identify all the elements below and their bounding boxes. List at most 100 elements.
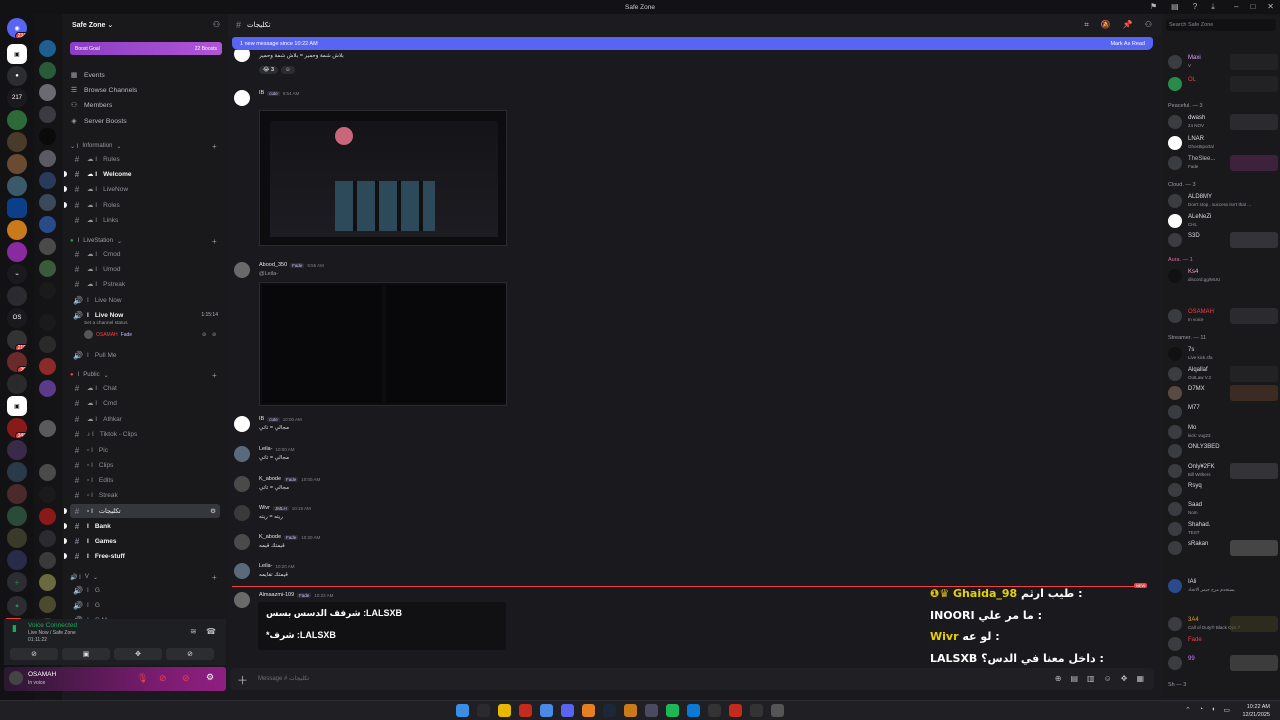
server-icon[interactable]	[7, 462, 27, 482]
app-icon[interactable]	[708, 704, 721, 717]
server-icon[interactable]	[39, 464, 56, 481]
server-icon[interactable]	[7, 440, 27, 460]
mention[interactable]: @Leila-	[259, 271, 278, 277]
member-item[interactable]: dwash 24 NOV	[1168, 114, 1278, 130]
category-livestation[interactable]: ● I LiveStation ⌄ +	[70, 235, 217, 247]
screen-share-button[interactable]: ▣	[62, 648, 110, 660]
chrome-icon[interactable]	[540, 704, 553, 717]
add-server-icon[interactable]: ＋	[7, 572, 27, 592]
server-icon[interactable]	[39, 486, 56, 503]
server-icon[interactable]	[39, 336, 56, 353]
server-icon[interactable]: 30	[7, 352, 27, 372]
member-item[interactable]: Fade	[1168, 636, 1278, 652]
spotify-icon[interactable]	[666, 704, 679, 717]
help-icon[interactable]: ?	[1193, 2, 1197, 12]
channel-cmod[interactable]: # ☁ I Cmod	[70, 247, 220, 261]
member-item[interactable]: ALeNeZi CHL	[1168, 213, 1278, 229]
headphones-muted-icon[interactable]: ⊘	[159, 673, 167, 684]
mic-muted-icon[interactable]: 🎙	[137, 673, 148, 684]
message-author[interactable]: IB	[259, 90, 264, 96]
message-author[interactable]: Wivr	[259, 505, 270, 511]
apps-icon[interactable]: ✥	[1121, 674, 1128, 683]
server-icon[interactable]: 348	[7, 418, 27, 438]
channel-edits[interactable]: # ▫ I Edits	[70, 473, 220, 487]
avatar[interactable]	[234, 534, 250, 550]
channel-chat[interactable]: # ☁ I Chat	[70, 381, 220, 395]
channel-live-now-text[interactable]: 🔊 I Live Now	[70, 293, 220, 307]
search-icon[interactable]	[477, 704, 490, 717]
avatar[interactable]	[234, 592, 250, 608]
message-author[interactable]: IB	[259, 416, 264, 422]
member-item[interactable]: Rsyq	[1168, 482, 1278, 498]
member-item[interactable]: ALD8MY Don't stop , success isn't that ..…	[1168, 193, 1278, 209]
member-list-icon[interactable]: ⚇	[1145, 20, 1152, 30]
member-item[interactable]: S3D	[1168, 232, 1278, 248]
discord-icon[interactable]	[561, 704, 574, 717]
battery-icon[interactable]: ▭	[1223, 706, 1230, 714]
server-icon[interactable]	[39, 552, 56, 569]
server-icon[interactable]	[39, 314, 56, 331]
boost-goal-bar[interactable]: Boost Goal 22 Boosts	[70, 42, 222, 55]
message-author[interactable]: Leila-	[259, 563, 272, 569]
flag-icon[interactable]: ⚑	[1150, 2, 1157, 12]
server-icon[interactable]	[39, 508, 56, 525]
avatar[interactable]	[234, 416, 250, 432]
message-author[interactable]: Abood_350	[259, 262, 287, 268]
member-item[interactable]: Ks4 discord.gg/MUU	[1168, 268, 1278, 284]
member-item[interactable]: 99	[1168, 655, 1278, 671]
message-input[interactable]: Message # تكليجات	[258, 675, 309, 682]
settings-icon[interactable]: ⚙	[206, 672, 214, 683]
server-icon[interactable]	[7, 176, 27, 196]
channel-streak[interactable]: # ▫ I Streak	[70, 488, 220, 502]
nav-members[interactable]: ⚇ Members	[70, 98, 112, 112]
discover-icon[interactable]: ✦	[7, 596, 27, 616]
channel-roles[interactable]: # ☁ I Roles	[64, 198, 220, 212]
server-icon[interactable]	[39, 596, 56, 613]
server-icon[interactable]	[39, 106, 56, 123]
avatar[interactable]	[234, 505, 250, 521]
server-icon[interactable]: ●	[7, 66, 27, 86]
nav-events[interactable]: ▦ Events	[70, 68, 105, 82]
nav-server-boosts[interactable]: ◈ Server Boosts	[70, 114, 126, 128]
image-attachment[interactable]	[259, 282, 507, 406]
category-public[interactable]: ● I Public ⌄ +	[70, 369, 217, 381]
server-icon[interactable]	[39, 84, 56, 101]
download-icon[interactable]: ⤓	[1211, 2, 1215, 12]
server-icon[interactable]	[7, 242, 27, 262]
search-input[interactable]: Search Safe Zone	[1166, 19, 1276, 31]
avatar[interactable]	[234, 50, 250, 62]
emoji-icon[interactable]: ☺	[1104, 674, 1112, 683]
voice-channel-pull-me[interactable]: 🔊 I Pull Me	[70, 348, 220, 362]
member-item[interactable]: OL	[1168, 76, 1278, 92]
member-item[interactable]: IAli يستخدم مزج جيمز الاتحاد	[1168, 578, 1278, 594]
file-explorer-icon[interactable]	[498, 704, 511, 717]
app-icon[interactable]	[771, 704, 784, 717]
server-icon-active[interactable]: ▣	[7, 44, 27, 64]
minimize-icon[interactable]: –	[1234, 2, 1238, 11]
category-v[interactable]: 🔊 I V ⌄ +	[70, 571, 217, 583]
member-item[interactable]: TheSlee... Fade	[1168, 155, 1278, 171]
avatar[interactable]	[234, 476, 250, 492]
server-icon[interactable]: 217	[7, 88, 27, 108]
member-item[interactable]: Maxi V	[1168, 54, 1278, 70]
server-icon[interactable]	[39, 128, 56, 145]
activities-button[interactable]: ✥	[114, 648, 162, 660]
channel-livenow[interactable]: # ☁ I LiveNow	[64, 182, 220, 196]
gift-icon[interactable]: ⊕	[1055, 674, 1062, 683]
server-icon[interactable]	[39, 150, 56, 167]
channel-free-stuff[interactable]: # I Free-stuff	[64, 549, 220, 563]
server-icon[interactable]	[7, 132, 27, 152]
member-item[interactable]: LNAR Ghost5portal	[1168, 135, 1278, 151]
add-channel-icon[interactable]: +	[212, 142, 217, 151]
chevron-up-icon[interactable]: ⌃	[1185, 706, 1191, 714]
message-author[interactable]: Leila-	[259, 446, 272, 452]
noise-suppression-icon[interactable]: ≋	[190, 627, 197, 636]
member-item[interactable]: M77	[1168, 404, 1278, 420]
category-information[interactable]: ⌄ I Information ⌄ +	[70, 140, 217, 152]
member-item[interactable]: Mo kick: vug23	[1168, 424, 1278, 440]
image-attachment[interactable]	[259, 110, 507, 246]
start-icon[interactable]	[456, 704, 469, 717]
gif-icon[interactable]: ▤	[1070, 674, 1078, 683]
clock[interactable]: 10:22 AM 12/21/2025	[1242, 703, 1270, 719]
server-icon[interactable]	[39, 194, 56, 211]
